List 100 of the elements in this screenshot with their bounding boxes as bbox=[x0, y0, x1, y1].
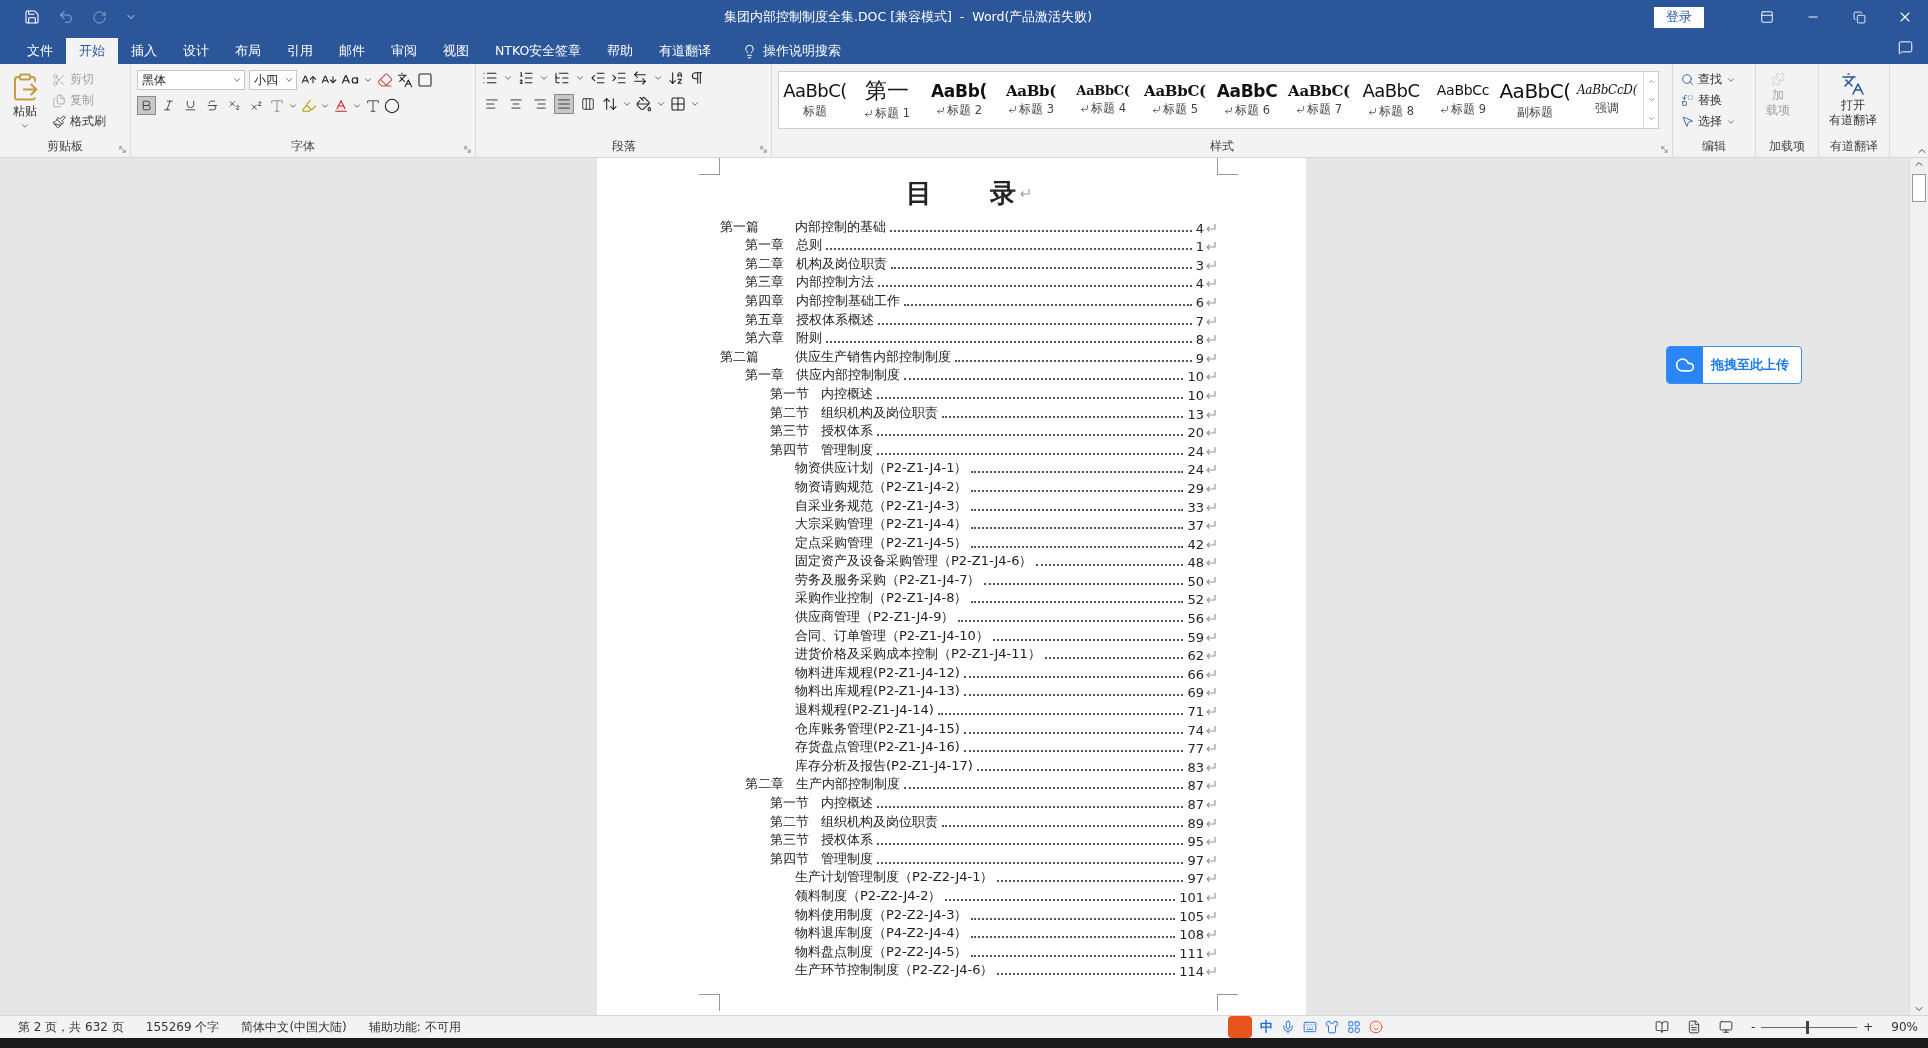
style-item[interactable]: AaBbC 标题 8 bbox=[1355, 72, 1427, 128]
toc-title[interactable]: 内部控制基础工作 bbox=[796, 291, 900, 310]
upload-button[interactable]: 拖拽至此上传 bbox=[1666, 346, 1802, 384]
toc-title[interactable]: 物资供应计划（P2-Z1-J4-1） bbox=[795, 459, 968, 478]
paragraph-mark-icon bbox=[1205, 537, 1217, 550]
ribbon-tab[interactable]: 有道翻译 bbox=[646, 38, 725, 64]
zoom-in-button[interactable]: + bbox=[1863, 1020, 1874, 1034]
toc-title[interactable]: 内控概述 bbox=[821, 794, 873, 812]
accessibility-status[interactable]: 辅助功能: 不可用 bbox=[368, 1018, 461, 1036]
toc-title[interactable]: 仓库账务管理(P2-Z1-J4-15) bbox=[795, 719, 960, 738]
page-count[interactable]: 第 2 页，共 632 页 bbox=[18, 1018, 124, 1036]
dialog-launcher-icon[interactable] bbox=[463, 145, 472, 154]
toc-title[interactable]: 附则 bbox=[796, 329, 822, 348]
toc-title[interactable]: 生产环节控制制度（P2-Z2-J4-6） bbox=[795, 961, 994, 980]
toc-title[interactable]: 组织机构及岗位职责 bbox=[821, 403, 938, 422]
toc-title[interactable]: 供应商管理（P2-Z1-J4-9） bbox=[795, 608, 955, 627]
style-item[interactable]: AaBbCcD( 强调 bbox=[1571, 72, 1643, 128]
scroll-thumb[interactable] bbox=[1912, 174, 1926, 202]
toc-title[interactable]: 管理制度 bbox=[821, 440, 873, 459]
toc-title[interactable]: 生产计划管理制度（P2-Z2-J4-1） bbox=[795, 868, 994, 887]
toc-title[interactable]: 内部控制方法 bbox=[796, 273, 874, 292]
toc-title[interactable]: 合同、订单管理（P2-Z1-J4-10） bbox=[795, 626, 989, 645]
ribbon-tab[interactable]: 引用 bbox=[274, 38, 326, 64]
ribbon-tab[interactable]: NTKO安全签章 bbox=[482, 38, 595, 64]
style-item[interactable]: 第一 标题 1 bbox=[851, 72, 923, 128]
style-item[interactable]: AaBbC( 标题 5 bbox=[1139, 72, 1211, 128]
ribbon-tab[interactable]: 插入 bbox=[118, 38, 170, 64]
toc-title[interactable]: 物料退库制度（P4-Z2-J4-4） bbox=[795, 924, 968, 943]
toc-title[interactable]: 机构及岗位职责 bbox=[796, 254, 887, 273]
style-item[interactable]: AaBbC( 标题 4 bbox=[1067, 72, 1139, 128]
ribbon-tab[interactable]: 布局 bbox=[222, 38, 274, 64]
toc-page-number: 50 bbox=[1187, 573, 1204, 589]
toc-title[interactable]: 内部控制的基础 bbox=[795, 217, 886, 236]
style-item[interactable]: AaBbC( 标题 7 bbox=[1283, 72, 1355, 128]
vertical-scrollbar[interactable] bbox=[1909, 158, 1928, 1015]
font-size-field[interactable]: 小四 bbox=[249, 70, 297, 90]
toc-title[interactable]: 采购作业控制（P2-Z1-J4-8） bbox=[795, 589, 968, 608]
toc-title[interactable]: 物料使用制度（P2-Z2-J4-3） bbox=[795, 905, 968, 924]
style-item[interactable]: AaBbC( 副标题 bbox=[1499, 72, 1571, 128]
keyboard-icon bbox=[1302, 1020, 1317, 1034]
toc-title[interactable]: 物料进库规程(P2-Z1-J4-12) bbox=[795, 663, 960, 682]
format-painter-button[interactable]: 格式刷 bbox=[50, 112, 108, 131]
toc-title[interactable]: 生产内部控制制度 bbox=[796, 775, 900, 794]
toc-page-number: 71 bbox=[1187, 704, 1204, 720]
zoom-thumb[interactable] bbox=[1806, 1020, 1810, 1034]
toc-title[interactable]: 组织机构及岗位职责 bbox=[821, 812, 938, 831]
style-item[interactable]: AaBb( 标题 3 bbox=[995, 72, 1067, 128]
justify-button[interactable] bbox=[554, 94, 574, 114]
ribbon-tab[interactable]: 设计 bbox=[170, 38, 222, 64]
toc-title[interactable]: 授权体系概述 bbox=[796, 310, 874, 329]
zoom-level[interactable]: 90% bbox=[1891, 1020, 1918, 1034]
toc-title[interactable]: 物料出库规程(P2-Z1-J4-13) bbox=[795, 682, 960, 701]
toc-title[interactable]: 定点采购管理（P2-Z1-J4-5） bbox=[795, 533, 968, 552]
ribbon-tab[interactable]: 帮助 bbox=[594, 38, 647, 64]
ribbon-tab[interactable]: 邮件 bbox=[326, 38, 378, 64]
toc-title[interactable]: 库存分析及报告(P2-Z1-J4-17) bbox=[795, 756, 973, 775]
style-item[interactable]: AaBb( 标题 2 bbox=[923, 72, 995, 128]
toc-title[interactable]: 领料制度（P2-Z2-J4-2） bbox=[795, 886, 942, 905]
paste-button[interactable]: 粘贴 bbox=[6, 70, 44, 133]
font-name-field[interactable]: 黑体 bbox=[137, 70, 245, 90]
select-button[interactable]: 选择 bbox=[1679, 112, 1738, 131]
toc-title[interactable]: 总则 bbox=[796, 236, 822, 255]
ime-mode[interactable]: 中 bbox=[1259, 1018, 1273, 1036]
ribbon-tab[interactable]: 文件 bbox=[14, 38, 66, 64]
style-item[interactable]: AaBbCc 标题 9 bbox=[1427, 72, 1499, 128]
dialog-launcher-icon[interactable] bbox=[118, 145, 127, 154]
ribbon-tab[interactable]: 开始 bbox=[66, 38, 118, 64]
find-button[interactable]: 查找 bbox=[1679, 70, 1738, 89]
toc-title[interactable]: 固定资产及设备采购管理（P2-Z1-J4-6） bbox=[795, 552, 1033, 571]
sign-in-button[interactable]: 登录 bbox=[1654, 6, 1704, 28]
toc-title[interactable]: 劳务及服务采购（P2-Z1-J4-7） bbox=[795, 570, 981, 589]
language-status[interactable]: 简体中文(中国大陆) bbox=[241, 1018, 347, 1036]
bold-button[interactable] bbox=[137, 96, 156, 115]
zoom-out-button[interactable]: - bbox=[1750, 1020, 1756, 1034]
toc-title[interactable]: 大宗采购管理（P2-Z1-J4-4） bbox=[795, 515, 968, 534]
toc-number: 第二章 bbox=[745, 254, 784, 273]
style-item[interactable]: AaBbC( 标题 bbox=[779, 72, 851, 128]
toc-title[interactable]: 授权体系 bbox=[821, 422, 873, 441]
ribbon-tab[interactable]: 视图 bbox=[430, 38, 482, 64]
toc-title[interactable]: 管理制度 bbox=[821, 849, 873, 868]
dialog-launcher-icon[interactable] bbox=[759, 145, 768, 154]
replace-button[interactable]: 替换 bbox=[1679, 91, 1738, 110]
toc-page-number: 87 bbox=[1187, 778, 1204, 794]
toc-title[interactable]: 进货价格及采购成本控制（P2-Z1-J4-11） bbox=[795, 645, 1041, 664]
toc-title[interactable]: 存货盘点管理(P2-Z1-J4-16) bbox=[795, 738, 960, 757]
ribbon-tab[interactable]: 审阅 bbox=[378, 38, 430, 64]
word-count[interactable]: 155269 个字 bbox=[145, 1018, 220, 1036]
toc-title[interactable]: 授权体系 bbox=[821, 831, 873, 850]
toc-title[interactable]: 物料盘点制度（P2-Z2-J4-5） bbox=[795, 942, 968, 961]
dialog-launcher-icon[interactable] bbox=[1660, 145, 1669, 154]
tell-me-search[interactable]: 操作说明搜索 bbox=[736, 38, 848, 64]
toc-number: 第六章 bbox=[745, 329, 784, 348]
style-item[interactable]: AaBbC 标题 6 bbox=[1211, 72, 1283, 128]
open-translate-button[interactable]: 打开 有道翻译 bbox=[1825, 70, 1881, 130]
toc-title[interactable]: 退料规程(P2-Z1-J4-14) bbox=[795, 701, 934, 720]
toc-title[interactable]: 供应生产销售内部控制制度 bbox=[795, 347, 951, 366]
toc-title[interactable]: 自采业务规范（P2-Z1-J4-3） bbox=[795, 496, 968, 515]
toc-title[interactable]: 物资请购规范（P2-Z1-J4-2） bbox=[795, 477, 968, 496]
toc-title[interactable]: 供应内部控制制度 bbox=[796, 366, 900, 385]
toc-title[interactable]: 内控概述 bbox=[821, 384, 873, 403]
